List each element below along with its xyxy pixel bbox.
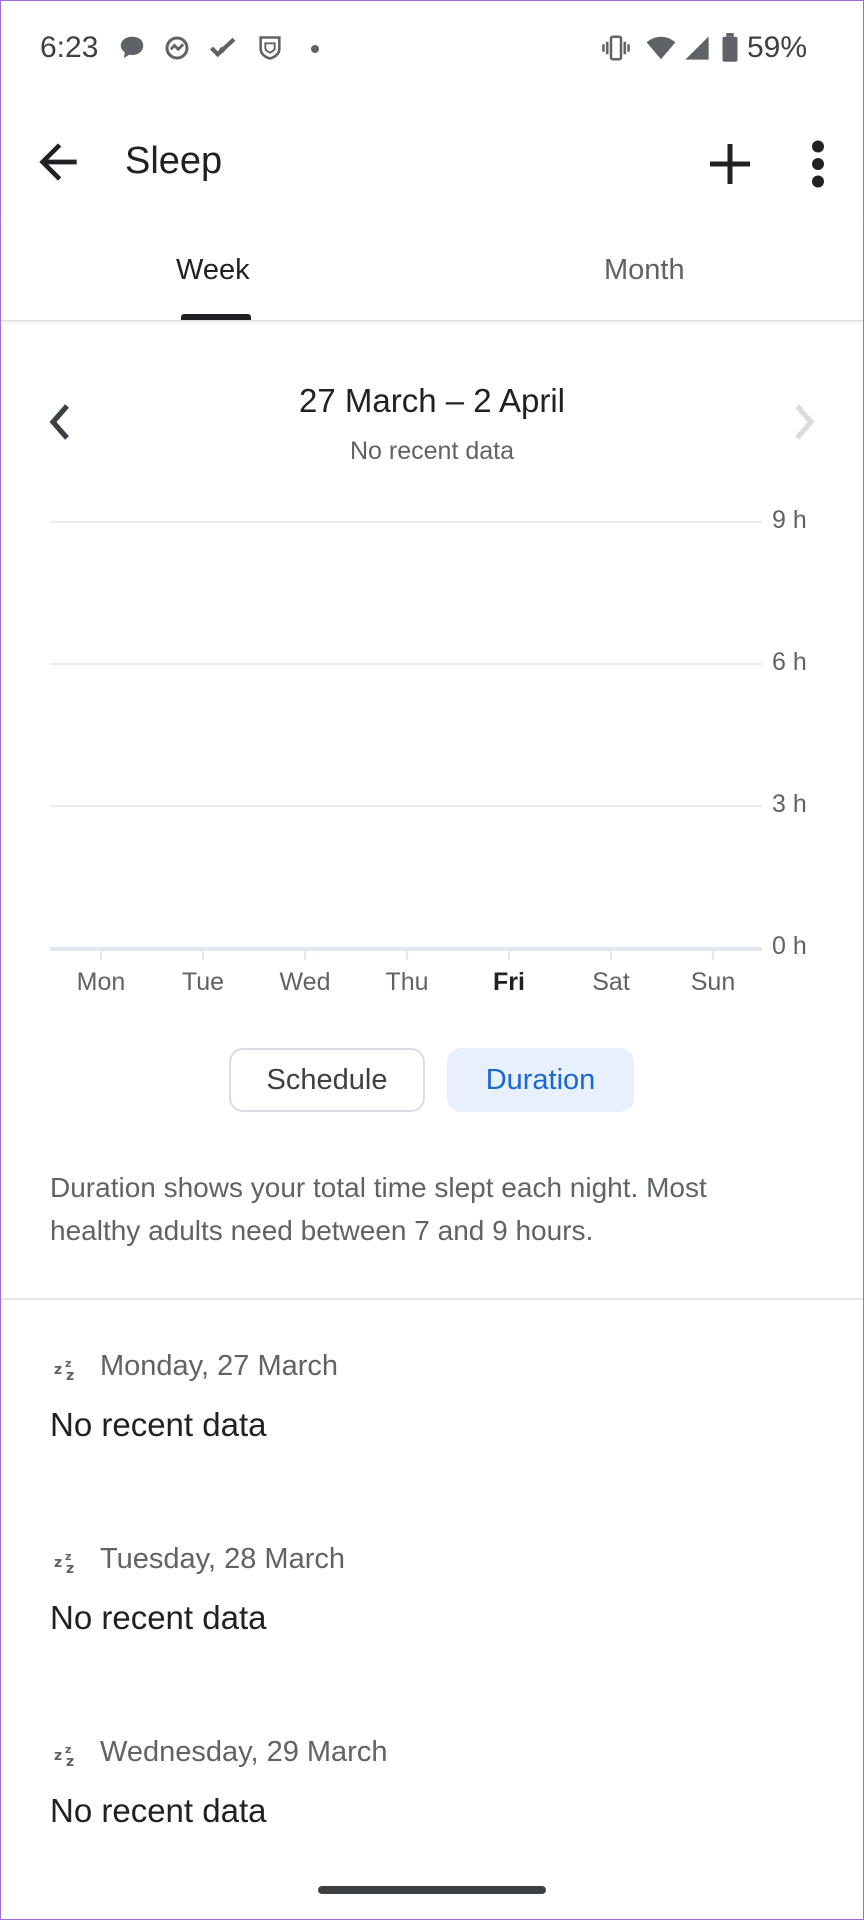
x-tick	[304, 950, 306, 960]
sleep-zz-icon: z z z	[54, 1550, 74, 1577]
wifi-icon	[646, 36, 676, 60]
schedule-button[interactable]: Schedule	[229, 1048, 425, 1112]
x-tick-label: Mon	[76, 968, 126, 996]
list-item[interactable]: z z z Wednesday, 29 March No recent data	[0, 1736, 864, 1886]
add-icon[interactable]	[700, 134, 760, 194]
list-item[interactable]: z z z Tuesday, 28 March No recent data	[0, 1543, 864, 1693]
day-value: No recent data	[50, 1792, 267, 1829]
duration-description: Duration shows your total time slept eac…	[50, 1172, 707, 1246]
back-arrow-icon[interactable]	[30, 134, 86, 190]
y-tick-label: 9 h	[772, 506, 807, 534]
sleep-duration-chart: 9 h 6 h 3 h 0 h Mon Tue Wed Thu Fri Sat Sun	[0, 500, 864, 1000]
chevron-right-icon[interactable]	[790, 402, 820, 442]
gridline	[50, 663, 762, 665]
tab-month[interactable]: Month	[604, 254, 685, 287]
svg-text:z: z	[54, 1362, 62, 1378]
more-vert-icon[interactable]	[800, 134, 836, 194]
vibrate-icon	[602, 35, 630, 61]
date-range-subtitle: No recent data	[350, 437, 514, 465]
home-indicator[interactable]	[318, 1886, 546, 1894]
gridline	[50, 805, 762, 807]
status-time: 6:23	[40, 31, 99, 64]
app-bar: Sleep	[0, 104, 864, 220]
x-tick	[610, 950, 612, 960]
x-tick	[202, 950, 204, 960]
y-tick-label: 3 h	[772, 790, 807, 818]
chat-icon	[120, 36, 144, 58]
sleep-zz-icon: z z z	[54, 1357, 74, 1384]
x-tick-label: Thu	[385, 968, 429, 996]
fitness-icon	[165, 36, 189, 60]
status-bar: 6:23 59%	[0, 0, 864, 104]
shield-icon	[259, 36, 281, 60]
list-item[interactable]: z z z Monday, 27 March No recent data	[0, 1350, 864, 1500]
dot-icon	[311, 45, 319, 53]
gridline	[50, 521, 762, 523]
tab-week[interactable]: Week	[176, 254, 250, 287]
svg-text:z: z	[54, 1555, 62, 1571]
divider	[0, 1298, 864, 1300]
signal-icon	[685, 36, 709, 60]
page-title: Sleep	[125, 140, 223, 182]
y-tick-label: 0 h	[772, 932, 807, 960]
date-range-title: 27 March – 2 April	[299, 382, 565, 419]
y-tick-label: 6 h	[772, 648, 807, 676]
day-date: Tuesday, 28 March	[100, 1543, 345, 1575]
x-tick	[712, 950, 714, 960]
x-tick-label: Wed	[279, 968, 331, 996]
tab-indicator	[181, 314, 251, 320]
x-tick	[100, 950, 102, 960]
svg-text:z: z	[66, 1561, 74, 1577]
day-value: No recent data	[50, 1599, 267, 1636]
battery-percentage: 59%	[747, 31, 808, 64]
x-tick-label: Sun	[690, 968, 736, 996]
day-date: Monday, 27 March	[100, 1350, 339, 1382]
battery-icon	[722, 33, 738, 62]
day-date: Wednesday, 29 March	[100, 1736, 388, 1768]
day-value: No recent data	[50, 1406, 267, 1443]
svg-text:z: z	[66, 1368, 74, 1384]
x-tick	[508, 950, 510, 960]
tasks-icon	[209, 37, 236, 58]
x-tick-label: Fri	[493, 968, 525, 996]
x-tick	[406, 950, 408, 960]
period-tabs: Week Month	[0, 220, 864, 321]
svg-text:z: z	[54, 1748, 62, 1764]
sleep-zz-icon: z z z	[54, 1743, 74, 1770]
duration-button[interactable]: Duration	[447, 1048, 634, 1112]
svg-text:z: z	[66, 1754, 74, 1770]
x-tick-label: Tue	[181, 968, 225, 996]
x-tick-label: Sat	[592, 968, 630, 996]
